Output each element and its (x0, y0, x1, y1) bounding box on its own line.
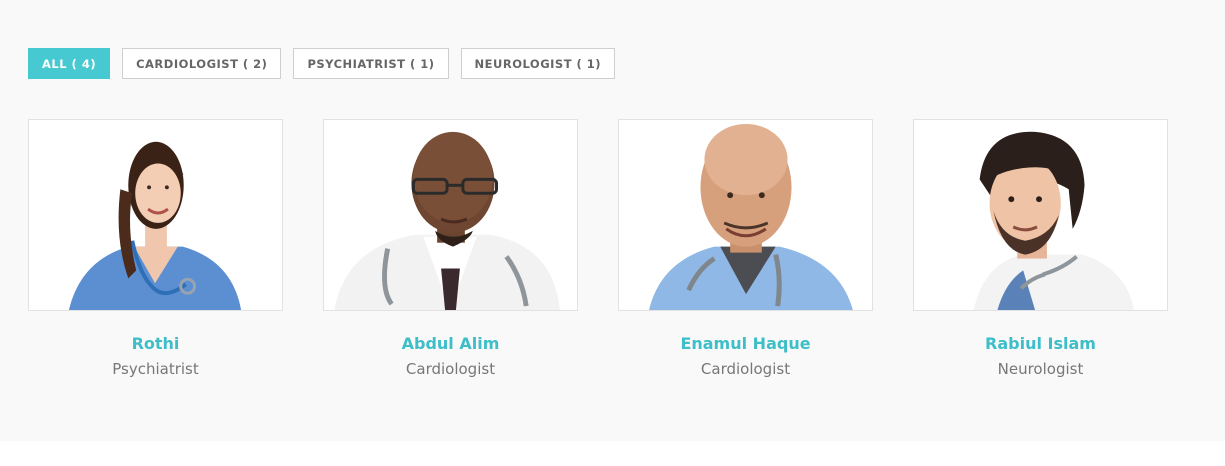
doctor-name[interactable]: Abdul Alim (323, 334, 578, 354)
doctor-specialty: Psychiatrist (112, 360, 199, 378)
doctor-specialty: Cardiologist (700, 360, 791, 378)
doctor-name[interactable]: Rabiul Islam (913, 334, 1168, 354)
filter-psychiatrist-button[interactable]: PSYCHIATRIST ( 1) (293, 48, 449, 79)
doctor-portrait-image (68, 141, 242, 310)
doctor-grid: Rothi Psychiatrist Abdul Alim Cardiologi… (28, 119, 1168, 379)
team-section: ALL ( 4) CARDIOLOGIST ( 2) PSYCHIATRIST … (0, 0, 1225, 441)
doctor-portrait-image (649, 123, 853, 310)
doctor-portrait-image (973, 131, 1135, 310)
filter-cardiologist-button[interactable]: CARDIOLOGIST ( 2) (122, 48, 282, 79)
filter-bar: ALL ( 4) CARDIOLOGIST ( 2) PSYCHIATRIST … (28, 48, 616, 79)
doctor-name[interactable]: Enamul Haque (618, 334, 873, 354)
doctor-specialty: Cardiologist (405, 360, 496, 378)
doctor-photo[interactable] (28, 119, 283, 311)
filter-neurologist-button[interactable]: NEUROLOGIST ( 1) (460, 48, 616, 79)
doctor-card: Abdul Alim Cardiologist (323, 119, 578, 379)
doctor-card: Enamul Haque Cardiologist (618, 119, 873, 379)
doctor-photo[interactable] (913, 119, 1168, 311)
doctor-specialty: Neurologist (997, 360, 1084, 378)
doctor-name[interactable]: Rothi (28, 334, 283, 354)
doctor-photo[interactable] (323, 119, 578, 311)
doctor-photo[interactable] (618, 119, 873, 311)
doctor-card: Rabiul Islam Neurologist (913, 119, 1168, 379)
doctor-card: Rothi Psychiatrist (28, 119, 283, 379)
filter-all-button[interactable]: ALL ( 4) (28, 48, 111, 79)
doctor-portrait-image (334, 131, 560, 310)
